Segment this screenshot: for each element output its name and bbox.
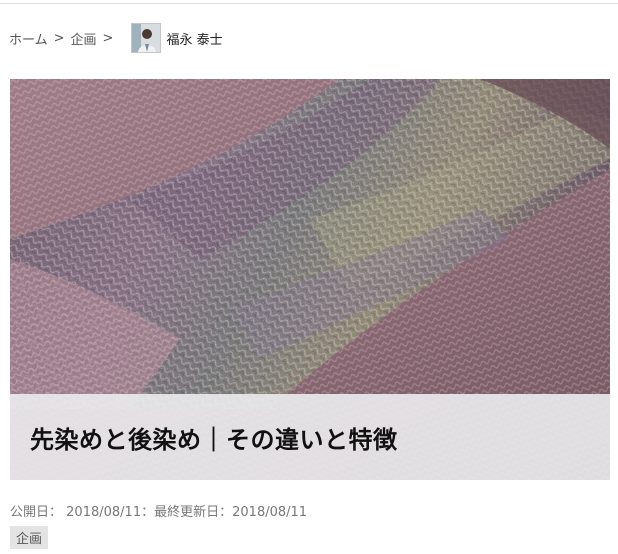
published-label: 公開日： <box>10 505 63 520</box>
breadcrumb-separator: > <box>53 30 65 46</box>
author-link[interactable]: 福永 泰士 <box>131 23 223 53</box>
category-tag[interactable]: 企画 <box>10 526 49 549</box>
author-name: 福永 泰士 <box>166 32 223 48</box>
updated-label: 最終更新日： <box>154 505 233 520</box>
hero-image: 先染めと後染め｜その違いと特徴 <box>10 79 610 480</box>
breadcrumb-separator: > <box>102 30 114 46</box>
article-title: 先染めと後染め｜その違いと特徴 <box>30 425 398 454</box>
article-dates: 公開日： 2018/08/11：最終更新日：2018/08/11 <box>10 501 307 520</box>
date-separator: ： <box>141 505 155 520</box>
person-icon <box>132 24 161 52</box>
top-divider <box>0 3 618 4</box>
breadcrumb-category-link[interactable]: 企画 <box>71 29 97 48</box>
updated-date: 2018/08/11 <box>232 505 308 520</box>
breadcrumb-home-link[interactable]: ホーム <box>9 29 48 48</box>
avatar <box>131 23 162 53</box>
published-date: 2018/08/11 <box>66 505 142 520</box>
breadcrumb: ホーム > 企画 > 福永 泰士 <box>9 22 223 54</box>
title-band: 先染めと後染め｜その違いと特徴 <box>10 394 610 480</box>
